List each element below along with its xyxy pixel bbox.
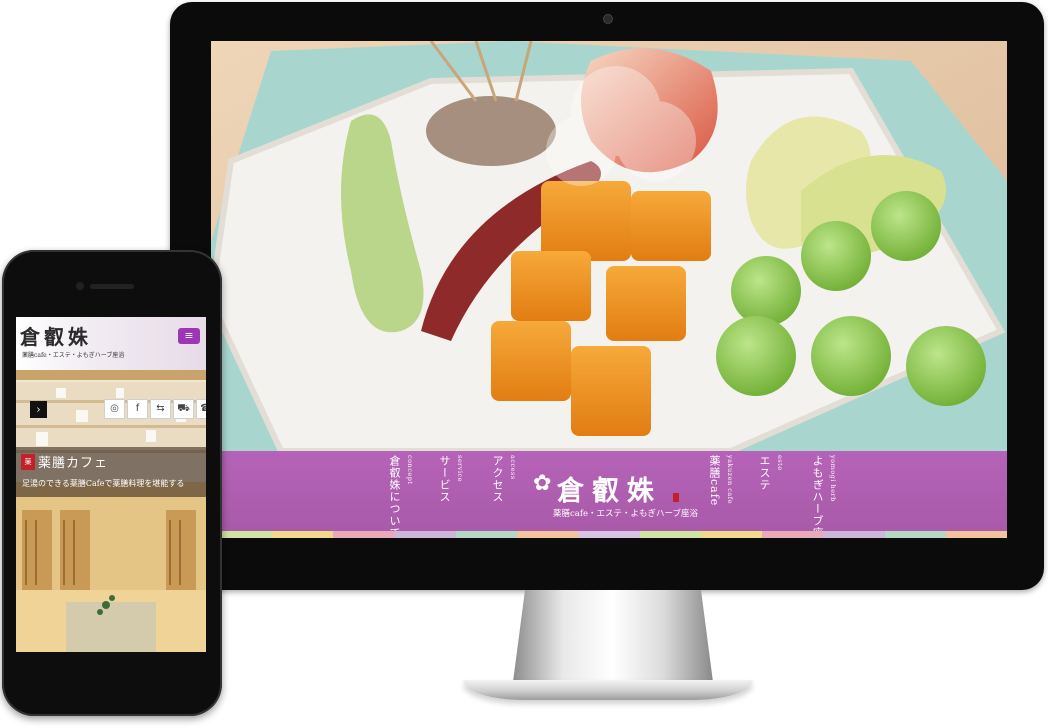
- stripe-segment: [639, 531, 701, 538]
- stripe-segment: [762, 531, 824, 538]
- social-icons-bar: ◎ f ⇆ ⛟ ☎: [104, 399, 206, 419]
- nav-label-en: concept: [406, 455, 414, 485]
- cart-icon[interactable]: ⛟: [173, 399, 194, 419]
- mobile-logo-title[interactable]: 倉叡姝: [20, 321, 92, 350]
- nav-label-en: yakuzen cafe: [726, 455, 734, 504]
- stripe-segment: [823, 531, 885, 538]
- logo-seal-icon: [673, 493, 679, 502]
- phone-icon[interactable]: ☎: [196, 399, 206, 419]
- slide-description: 足湯のできる薬膳Cafeで薬膳料理を堪能する: [22, 479, 185, 488]
- desktop-screen: 倉叡姝について concept サービス service アクセス access…: [211, 41, 1007, 538]
- nav-item-este[interactable]: エステ este: [756, 455, 784, 531]
- stripe-segment: [884, 531, 946, 538]
- monitor-stand-neck: [513, 590, 713, 682]
- logo-subtitle: 薬膳cafe・エステ・よもぎハーブ座浴: [553, 509, 698, 519]
- nav-label-jp: 薬膳cafe: [708, 455, 721, 507]
- mobile-header: 倉叡姝 薬膳cafe・エステ・よもぎハーブ座浴 ≡: [16, 317, 206, 370]
- color-stripe-divider: [211, 531, 1007, 538]
- logo-title: 倉叡姝: [557, 476, 662, 507]
- handshake-icon[interactable]: ⇆: [150, 399, 171, 419]
- stripe-segment: [394, 531, 456, 538]
- stripe-segment: [333, 531, 395, 538]
- nav-label-en: service: [456, 455, 464, 483]
- mobile-logo-subtitle: 薬膳cafe・エステ・よもぎハーブ座浴: [22, 352, 125, 359]
- hero-image: [211, 41, 1007, 451]
- nav-item-yomogi-herb[interactable]: よもぎハーブ座浴 yomogi herb: [809, 455, 837, 538]
- nav-label-jp: 倉叡姝について: [388, 455, 401, 538]
- nav-label-jp: アクセス: [491, 455, 504, 503]
- webcam-dot: [603, 14, 613, 24]
- flower-logo-icon: ✿: [533, 471, 552, 496]
- nav-label-jp: サービス: [438, 455, 451, 503]
- nav-item-access[interactable]: アクセス access: [489, 455, 517, 531]
- stripe-segment: [700, 531, 763, 538]
- nav-item-service[interactable]: サービス service: [436, 455, 464, 531]
- stripe-segment: [945, 531, 1007, 538]
- nav-label-jp: よもぎハーブ座浴: [811, 455, 824, 538]
- navigation-bar: 倉叡姝について concept サービス service アクセス access…: [211, 451, 1007, 538]
- monitor-stand-base: [463, 680, 753, 700]
- nav-label-en: yomogi herb: [829, 455, 837, 502]
- nav-label-jp: エステ: [758, 455, 771, 491]
- slider-next-arrow-icon[interactable]: ›: [30, 401, 47, 418]
- nav-item-concept[interactable]: 倉叡姝について concept: [386, 455, 414, 538]
- hamburger-menu-icon[interactable]: ≡: [178, 328, 200, 344]
- nav-label-en: este: [776, 455, 784, 471]
- slide-caption: 薬 薬膳カフェ 足湯のできる薬膳Cafeで薬膳料理を堪能する: [16, 447, 206, 497]
- stripe-segment: [272, 531, 334, 538]
- speaker-slot: [90, 284, 134, 289]
- front-camera-dot: [76, 282, 84, 290]
- facebook-icon[interactable]: f: [127, 399, 148, 419]
- instagram-icon[interactable]: ◎: [104, 399, 125, 419]
- slide-title: 薬膳カフェ: [38, 456, 109, 471]
- site-logo[interactable]: ✿ 倉叡姝 薬膳cafe・エステ・よもぎハーブ座浴: [533, 469, 698, 524]
- nav-label-en: access: [509, 455, 517, 480]
- stripe-segment: [578, 531, 640, 538]
- smartphone-screen: 倉叡姝 薬膳cafe・エステ・よもぎハーブ座浴 ≡ › ◎ f ⇆ ⛟ 薬 薬膳…: [16, 317, 206, 652]
- stripe-segment: [455, 531, 518, 538]
- stripe-segment: [517, 531, 579, 538]
- yakuzen-badge: 薬: [21, 454, 35, 470]
- nav-item-yakuzen-cafe[interactable]: 薬膳cafe yakuzen cafe: [706, 455, 734, 531]
